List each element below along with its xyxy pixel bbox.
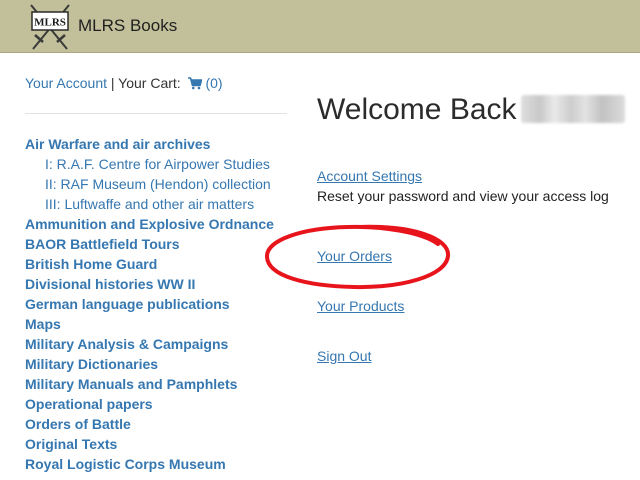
category-list: Air Warfare and air archives I: R.A.F. C… [25, 134, 305, 474]
sign-out-link[interactable]: Sign Out [317, 348, 371, 365]
category-item[interactable]: Military Dictionaries [25, 354, 305, 374]
subcategory-item[interactable]: I: R.A.F. Centre for Airpower Studies [25, 154, 305, 174]
your-account-link[interactable]: Your Account [25, 75, 107, 91]
category-item[interactable]: BAOR Battlefield Tours [25, 234, 305, 254]
category-item[interactable]: Air Warfare and air archives [25, 134, 305, 154]
welcome-text: Welcome Back [317, 93, 517, 126]
category-item[interactable]: Ammunition and Explosive Ordnance [25, 214, 305, 234]
account-separator: | [110, 75, 115, 91]
cart-count: (0) [205, 75, 223, 91]
category-item[interactable]: Maps [25, 314, 305, 334]
mlrs-logo[interactable]: MLRS [27, 2, 73, 51]
your-orders-link[interactable]: Your Orders [317, 248, 392, 265]
subcategory-item[interactable]: III: Luftwaffe and other air matters [25, 194, 305, 214]
page: MLRS MLRS Books Your Account | Your Cart… [0, 0, 640, 480]
category-item[interactable]: Operational papers [25, 394, 305, 414]
shopping-cart-icon [187, 77, 202, 90]
category-item[interactable]: Military Manuals and Pamphlets [25, 374, 305, 394]
account-bar: Your Account | Your Cart: (0) [25, 75, 223, 92]
category-item[interactable]: Military Analysis & Campaigns [25, 334, 305, 354]
category-item[interactable]: British Home Guard [25, 254, 305, 274]
category-item[interactable]: Divisional histories WW II [25, 274, 305, 294]
account-settings-link[interactable]: Account Settings [317, 168, 422, 185]
category-item[interactable]: German language publications [25, 294, 305, 314]
category-item[interactable]: Royal Logistic Corps Museum [25, 454, 305, 474]
category-item[interactable]: Orders of Battle [25, 414, 305, 434]
brand-name[interactable]: MLRS Books [78, 16, 177, 36]
account-settings-description: Reset your password and view your access… [317, 188, 609, 204]
sidebar-divider [25, 113, 287, 114]
site-header: MLRS MLRS Books [0, 0, 640, 53]
welcome-heading: Welcome Back [317, 92, 625, 128]
category-item[interactable]: Original Texts [25, 434, 305, 454]
cart-link[interactable]: (0) [185, 75, 223, 91]
your-products-link[interactable]: Your Products [317, 298, 404, 315]
blurred-username [520, 95, 625, 123]
logo-text: MLRS [34, 17, 66, 29]
cart-label: Your Cart: [118, 75, 181, 91]
subcategory-item[interactable]: II: RAF Museum (Hendon) collection [25, 174, 305, 194]
